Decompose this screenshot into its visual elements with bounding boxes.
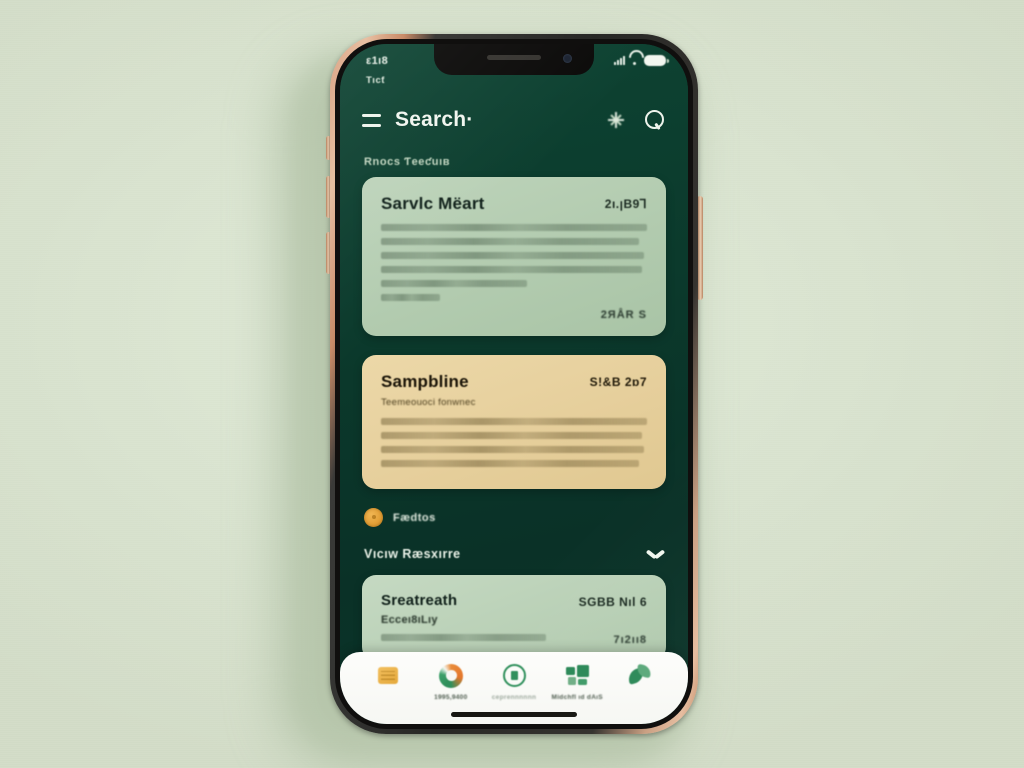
result-card[interactable]: Sampbline S!&B 2ɒ7 Teemeouoci fonwnec bbox=[362, 355, 666, 489]
battery-icon bbox=[644, 55, 669, 66]
body-text-line bbox=[381, 252, 645, 259]
result-card[interactable]: Sarvlc Mëart 2ı.ꞁB9⅂ 2ЯÅR S bbox=[362, 177, 666, 336]
body-text-line bbox=[381, 266, 642, 273]
body-text-line bbox=[381, 238, 640, 245]
result-card[interactable]: Sreatreath SGBB Nıl 6 Ecceı8ıLıy 7ı2ıı8 bbox=[362, 575, 666, 661]
leaf-icon bbox=[626, 663, 653, 689]
signal-bars-icon bbox=[614, 56, 625, 65]
swirl-icon bbox=[438, 663, 464, 689]
page-title: Search· bbox=[395, 108, 474, 131]
search-icon[interactable] bbox=[644, 110, 664, 130]
home-indicator[interactable] bbox=[451, 712, 577, 717]
card-subtitle: Ecceı8ıLıy bbox=[381, 614, 438, 626]
header-actions bbox=[606, 110, 664, 130]
card-header: Sampbline S!&B 2ɒ7 bbox=[381, 372, 647, 392]
card-title: Sarvlc Mëart bbox=[381, 194, 485, 213]
section-label: Rnocs Ƭeeƈuıʙ bbox=[364, 156, 451, 168]
notch bbox=[434, 44, 594, 75]
phone-device: ε1ı8 Tıcƭ Search· Rnocs Ƭeeƈuıʙ Sarvlc M… bbox=[330, 34, 698, 734]
card-title: Sampbline bbox=[381, 372, 469, 391]
nav-item-leaf[interactable] bbox=[609, 663, 672, 694]
card-footer: 2ЯÅR S bbox=[600, 309, 647, 321]
body-text-line bbox=[381, 294, 440, 301]
card-value: 2ı.ꞁB9⅂ bbox=[604, 197, 647, 211]
wifi-icon bbox=[629, 56, 640, 65]
card-subtitle: Teemeouoci fonwnec bbox=[381, 397, 476, 408]
card-icon bbox=[375, 663, 401, 689]
phone-bezel: ε1ı8 Tıcƭ Search· Rnocs Ƭeeƈuıʙ Sarvlc M… bbox=[335, 39, 693, 729]
app-header: Search· bbox=[340, 96, 688, 144]
nav-item-swirl[interactable]: 1995,9400 bbox=[419, 663, 482, 701]
front-camera-icon bbox=[563, 54, 572, 63]
nav-label: ceprennnnnn bbox=[491, 694, 537, 701]
card-body bbox=[381, 224, 647, 301]
expand-label: Vıcıw Ræsxırre bbox=[364, 547, 461, 561]
card-header: Sreatreath SGBB Nıl 6 bbox=[381, 592, 647, 609]
nav-item-record[interactable]: ceprennnnnn bbox=[482, 663, 545, 701]
card-value: SGBB Nıl 6 bbox=[578, 595, 647, 609]
earpiece-speaker bbox=[487, 55, 541, 60]
card-value: S!&B 2ɒ7 bbox=[589, 375, 647, 389]
grid-icon bbox=[564, 663, 590, 689]
record-icon bbox=[501, 663, 527, 689]
body-text-line bbox=[381, 280, 528, 287]
hamburger-menu-icon[interactable] bbox=[362, 113, 381, 127]
nav-item-card[interactable] bbox=[356, 663, 419, 694]
nav-label: Midchfl ıd dAıS bbox=[551, 694, 603, 701]
chevron-down-icon[interactable] bbox=[647, 549, 664, 559]
body-text-line bbox=[381, 418, 647, 425]
body-text-line bbox=[381, 432, 642, 439]
body-text-line bbox=[381, 224, 647, 231]
card-title: Sreatreath bbox=[381, 592, 458, 609]
sparkle-icon[interactable] bbox=[606, 110, 626, 130]
card-body bbox=[381, 418, 647, 467]
expand-row[interactable]: Vıcıw Ræsxırre bbox=[364, 547, 664, 561]
card-footer: 7ı2ıı8 bbox=[613, 634, 647, 646]
nav-item-grid[interactable]: Midchfl ıd dAıS bbox=[546, 663, 609, 701]
content-area: Rnocs Ƭeeƈuıʙ Sarvlc Mëart 2ı.ꞁB9⅂ 2ЯÅR … bbox=[340, 148, 688, 724]
phone-screen: ε1ı8 Tıcƭ Search· Rnocs Ƭeeƈuıʙ Sarvlc M… bbox=[340, 44, 688, 724]
filter-dot-icon bbox=[364, 508, 383, 527]
body-text-line bbox=[381, 446, 645, 453]
body-text-line bbox=[381, 460, 640, 467]
status-time: ε1ı8 bbox=[366, 55, 389, 67]
filter-label: Fædtos bbox=[393, 511, 436, 524]
nav-label: 1995,9400 bbox=[434, 694, 468, 701]
status-indicators bbox=[614, 55, 669, 66]
card-header: Sarvlc Mëart 2ı.ꞁB9⅂ bbox=[381, 194, 647, 214]
filter-row[interactable]: Fædtos bbox=[364, 508, 666, 527]
